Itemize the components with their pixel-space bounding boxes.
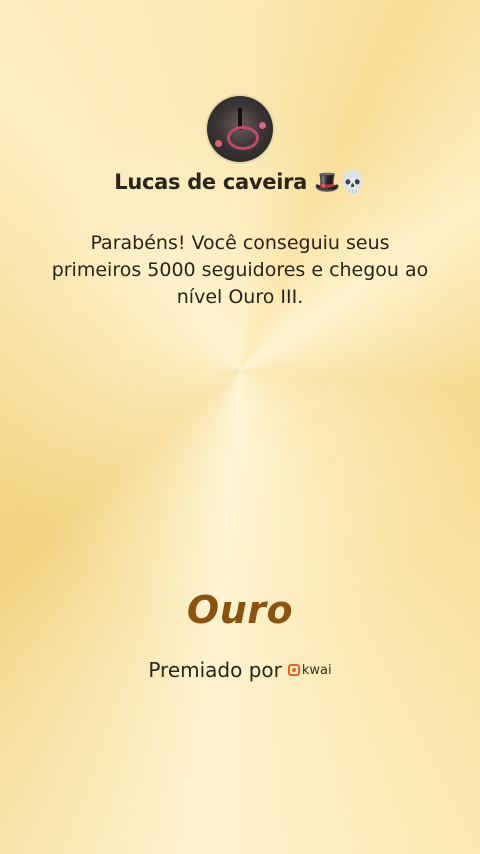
award-line: Premiado por kwai bbox=[0, 658, 480, 682]
avatar[interactable] bbox=[207, 96, 273, 162]
kwai-logo-icon bbox=[287, 664, 300, 676]
kwai-logo: kwai bbox=[287, 662, 332, 678]
avatar-detail bbox=[215, 140, 222, 147]
award-label: Premiado por bbox=[148, 658, 282, 682]
congratulations-message: Parabéns! Você conseguiu seus primeiros … bbox=[51, 232, 429, 308]
kwai-brand-text: kwai bbox=[301, 662, 332, 678]
avatar-detail bbox=[227, 126, 259, 150]
avatar-detail bbox=[259, 122, 266, 129]
tier-title: Ouro bbox=[186, 588, 294, 632]
achievement-card: Lucas de caveira 🎩💀 Parabéns! Você conse… bbox=[0, 0, 480, 854]
username: Lucas de caveira 🎩💀 bbox=[114, 170, 366, 194]
